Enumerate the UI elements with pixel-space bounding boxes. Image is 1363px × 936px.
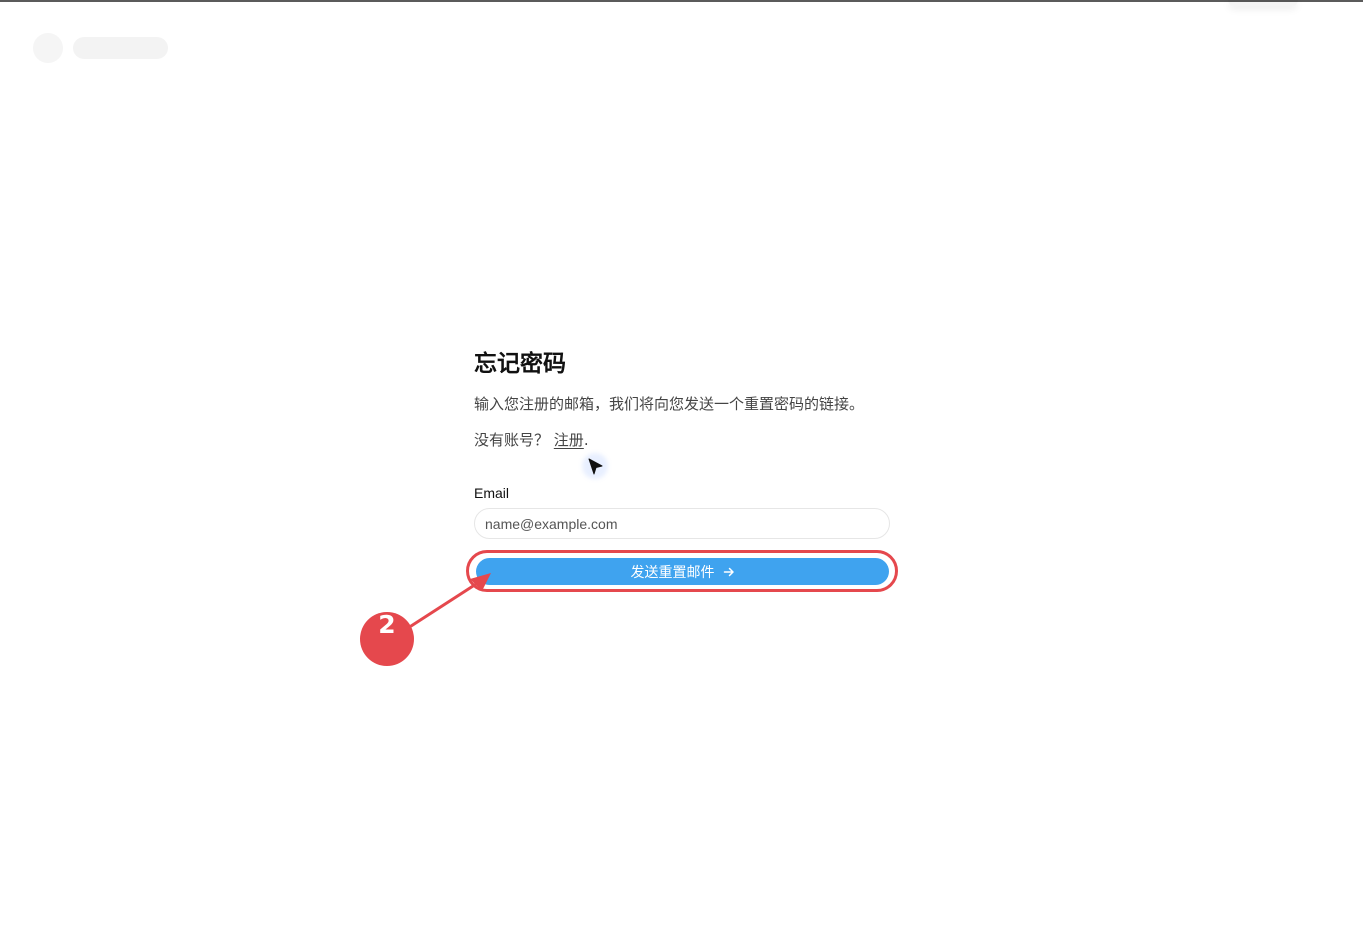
logo-placeholder-icon	[33, 33, 63, 63]
send-reset-email-label: 发送重置邮件	[630, 564, 715, 581]
send-reset-email-button[interactable]: 发送重置邮件	[476, 558, 889, 585]
top-right-menu-shadow	[1228, 0, 1298, 6]
page-subtitle: 输入您注册的邮箱，我们将向您发送一个重置密码的链接。	[474, 395, 865, 413]
email-label: Email	[474, 485, 510, 501]
mouse-cursor	[582, 453, 608, 479]
email-input[interactable]	[474, 508, 890, 539]
signup-prompt-text: 没有账号？	[474, 431, 550, 449]
top-border	[0, 0, 1363, 2]
forgot-password-panel: 忘记密码 输入您注册的邮箱，我们将向您发送一个重置密码的链接。 没有账号？ 注册…	[466, 346, 898, 606]
annotation-step-badge: 2	[360, 610, 414, 666]
signup-link[interactable]: 注册	[554, 431, 584, 449]
arrow-right-icon	[723, 567, 734, 576]
page-title: 忘记密码	[474, 351, 566, 377]
signup-prompt-row: 没有账号？ 注册.	[474, 430, 589, 450]
brand-placeholder	[73, 37, 168, 59]
signup-suffix: .	[583, 431, 589, 449]
annotation-step-number: 2	[378, 610, 396, 639]
cursor-icon	[588, 458, 603, 475]
